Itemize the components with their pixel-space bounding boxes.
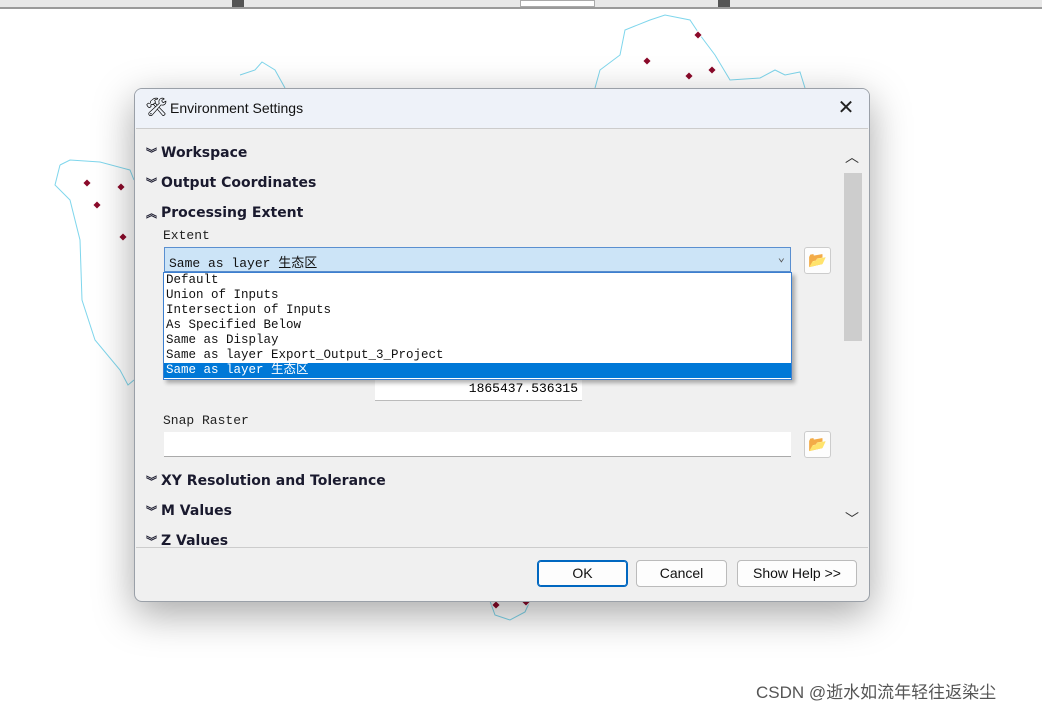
option-layer-ecozone[interactable]: Same as layer 生态区	[164, 363, 791, 378]
option-as-specified-below[interactable]: As Specified Below	[164, 318, 791, 333]
snap-raster-input[interactable]	[164, 432, 791, 457]
watermark: CSDN @逝水如流年轻往返染尘	[756, 683, 997, 702]
settings-panel: ︾ Workspace ︾ Output Coordinates ︽ Processi…	[136, 128, 868, 548]
section-m-values[interactable]: ︾ M Values	[146, 503, 232, 519]
section-workspace[interactable]: ︾ Workspace	[146, 145, 247, 161]
extent-bottom-field[interactable]: 1865437.536315	[375, 377, 582, 401]
extent-label: Extent	[163, 228, 210, 243]
option-layer-export-output[interactable]: Same as layer Export_Output_3_Project	[164, 348, 791, 363]
chevron-down-icon: ︾	[146, 475, 157, 488]
folder-icon: 📂	[808, 252, 827, 269]
chevron-down-icon: ︾	[146, 535, 157, 548]
extent-options-list: Default Union of Inputs Intersection of …	[163, 272, 792, 380]
section-xy-resolution[interactable]: ︾ XY Resolution and Tolerance	[146, 473, 386, 489]
option-union-of-inputs[interactable]: Union of Inputs	[164, 288, 791, 303]
section-output-coordinates[interactable]: ︾ Output Coordinates	[146, 175, 316, 191]
close-button[interactable]: ✕	[833, 95, 859, 121]
dialog-title: Environment Settings	[170, 100, 304, 116]
title-bar: 🛠 Environment Settings ✕	[135, 89, 869, 128]
chevron-up-icon: ︽	[146, 207, 157, 220]
scroll-thumb[interactable]	[844, 173, 862, 341]
chevron-down-icon: ︾	[146, 505, 157, 518]
browse-extent-button[interactable]: 📂	[804, 247, 831, 274]
section-processing-extent[interactable]: ︽ Processing Extent	[146, 205, 303, 221]
scroll-up-icon[interactable]: ︿	[841, 147, 863, 167]
folder-icon: 📂	[808, 436, 827, 453]
scroll-down-icon[interactable]: ﹀	[841, 509, 863, 529]
option-intersection-of-inputs[interactable]: Intersection of Inputs	[164, 303, 791, 318]
chevron-down-icon: ⌄	[777, 251, 785, 265]
chevron-down-icon: ︾	[146, 147, 157, 160]
cancel-button[interactable]: Cancel	[636, 560, 727, 587]
tools-icon: 🛠	[145, 97, 168, 117]
scrollbar[interactable]: ︿ ﹀	[841, 129, 863, 547]
option-default[interactable]: Default	[164, 273, 791, 288]
show-help-button[interactable]: Show Help >>	[737, 560, 857, 587]
extent-dropdown[interactable]: Same as layer 生态区 ⌄	[164, 247, 791, 272]
ok-button[interactable]: OK	[537, 560, 628, 587]
option-same-as-display[interactable]: Same as Display	[164, 333, 791, 348]
section-z-values[interactable]: ︾ Z Values	[146, 533, 228, 548]
chevron-down-icon: ︾	[146, 177, 157, 190]
environment-settings-dialog: 🛠 Environment Settings ✕ ︾ Workspace ︾ Out…	[134, 88, 870, 602]
snap-raster-label: Snap Raster	[163, 413, 249, 428]
browse-snap-raster-button[interactable]: 📂	[804, 431, 831, 458]
